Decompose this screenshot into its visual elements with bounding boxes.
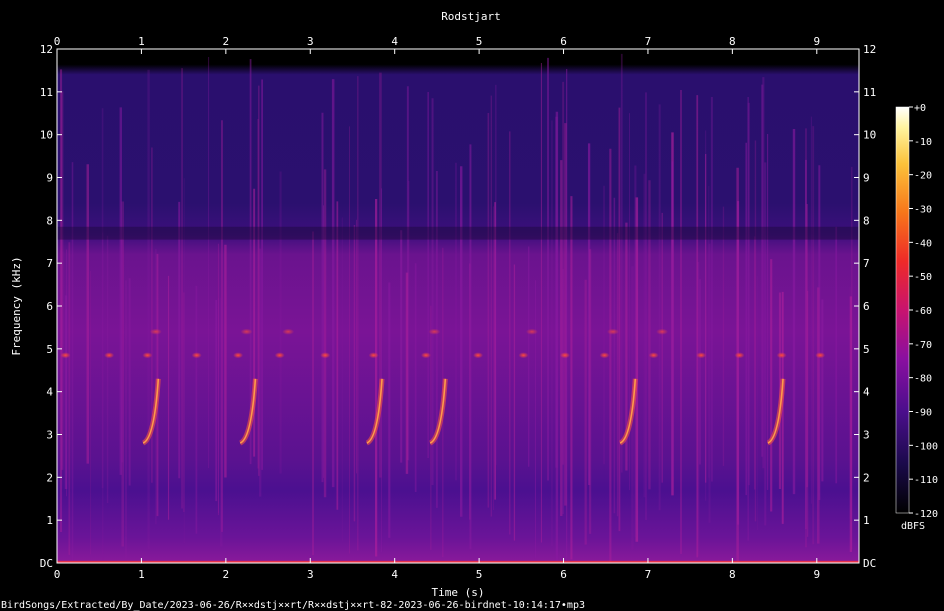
hot-spot xyxy=(599,352,610,359)
hot-spot xyxy=(104,352,115,359)
colorbar-tick-label: -100 xyxy=(914,441,938,452)
x-tick-label: 4 xyxy=(391,568,398,581)
colorbar-tick-label: -120 xyxy=(914,509,938,520)
y-tick-label: 11 xyxy=(40,86,53,99)
y-tick-label: 5 xyxy=(46,343,53,356)
x-tick-label: 2 xyxy=(223,568,230,581)
y-tick-label: 12 xyxy=(40,43,53,56)
file-path-caption: BirdSongs/Extracted/By_Date/2023-06-26/R… xyxy=(1,600,585,611)
y-tick-label: 1 xyxy=(863,514,870,527)
colorbar: +0 -10 -20 -30 -40 -50 -60 -70 -80 -90 -100 -110 -12… xyxy=(895,103,938,532)
y-tick-label: 6 xyxy=(863,300,870,313)
hot-spot xyxy=(648,352,659,359)
hot-spot xyxy=(320,352,331,359)
y-tick-label: 10 xyxy=(40,129,53,142)
x-tick-label: 4 xyxy=(391,35,398,48)
y-tick-label: DC xyxy=(863,557,876,570)
x-tick-label: 0 xyxy=(54,568,61,581)
x-tick-label: 9 xyxy=(813,568,820,581)
y-tick-label: 9 xyxy=(863,172,870,185)
x-tick-label: 9 xyxy=(813,35,820,48)
y-tick-label: 11 xyxy=(863,86,876,99)
hot-spot xyxy=(233,352,244,359)
x-tick-label: 3 xyxy=(307,568,314,581)
colorbar-tick-label: -50 xyxy=(914,272,932,283)
x-tick-label: 6 xyxy=(560,35,567,48)
colorbar-tick-label: -60 xyxy=(914,306,932,317)
x-tick-label: 5 xyxy=(476,568,483,581)
x-tick-label: 1 xyxy=(138,568,145,581)
y-tick-label: 2 xyxy=(46,471,53,484)
colorbar-tick-label: -40 xyxy=(914,238,932,249)
x-tick-label: 8 xyxy=(729,35,736,48)
y-tick-label: 7 xyxy=(863,257,870,270)
plot-area xyxy=(56,48,860,564)
spectrogram-chart: Rodstjart 0123456789 0123456789 DC123456… xyxy=(1,10,938,611)
y-tick-label: 4 xyxy=(863,386,870,399)
x-tick-label: 2 xyxy=(223,35,230,48)
x-tick-label: 0 xyxy=(54,35,61,48)
dark-band xyxy=(57,226,859,240)
y-tick-label: 6 xyxy=(46,300,53,313)
colorbar-tick-label: -80 xyxy=(914,374,932,385)
colorbar-tick-label: -20 xyxy=(914,171,932,182)
y-tick-label: DC xyxy=(40,557,53,570)
x-tick-label: 7 xyxy=(645,568,652,581)
y-tick-label: 8 xyxy=(46,214,53,227)
hot-spot xyxy=(473,352,484,359)
hot-spot xyxy=(525,328,538,335)
x-tick-label: 8 xyxy=(729,568,736,581)
y-tick-label: 1 xyxy=(46,514,53,527)
colorbar-tick-label: +0 xyxy=(914,103,926,114)
hot-spot xyxy=(282,328,295,335)
y-tick-label: 9 xyxy=(46,172,53,185)
hot-spot xyxy=(368,352,379,359)
colorbar-tick-label: -70 xyxy=(914,340,932,351)
hot-spot xyxy=(274,352,285,359)
hot-spot xyxy=(428,328,441,335)
chart-title: Rodstjart xyxy=(441,10,501,23)
hot-spot xyxy=(240,328,253,335)
x-tick-label: 3 xyxy=(307,35,314,48)
hot-spot xyxy=(142,352,153,359)
colorbar-tick-label: -30 xyxy=(914,205,932,216)
x-tick-label: 6 xyxy=(560,568,567,581)
hot-spot xyxy=(656,328,669,335)
colorbar-tick-label: -90 xyxy=(914,408,932,419)
x-tick-label: 7 xyxy=(645,35,652,48)
y-tick-label: 10 xyxy=(863,129,876,142)
hot-spot xyxy=(60,352,71,359)
x-tick-label: 1 xyxy=(138,35,145,48)
hot-spot xyxy=(149,328,162,335)
hot-spot xyxy=(518,352,529,359)
hot-spot xyxy=(191,352,202,359)
y-tick-label: 3 xyxy=(863,429,870,442)
hot-spot xyxy=(606,328,619,335)
y-axis-label: Frequency (kHz) xyxy=(10,256,23,355)
y-tick-label: 5 xyxy=(863,343,870,356)
hot-spot xyxy=(420,352,431,359)
colorbar-tick-label: -110 xyxy=(914,475,938,486)
hot-spot xyxy=(734,352,745,359)
x-tick-label: 5 xyxy=(476,35,483,48)
y-tick-label: 8 xyxy=(863,214,870,227)
y-tick-label: 7 xyxy=(46,257,53,270)
y-tick-label: 3 xyxy=(46,429,53,442)
colorbar-ticks: +0 -10 -20 -30 -40 -50 -60 -70 -80 -90 -100 -110 -12… xyxy=(909,103,938,520)
hot-spot xyxy=(696,352,707,359)
hot-spot xyxy=(776,352,787,359)
y-tick-label: 12 xyxy=(863,43,876,56)
colorbar-gradient xyxy=(895,106,910,514)
y-tick-label: 4 xyxy=(46,386,53,399)
colorbar-label: dBFS xyxy=(901,521,925,532)
hot-spot xyxy=(815,352,826,359)
y-tick-label: 2 xyxy=(863,471,870,484)
colorbar-tick-label: -10 xyxy=(914,137,932,148)
hot-spot xyxy=(559,352,570,359)
x-axis-label: Time (s) xyxy=(432,586,485,599)
